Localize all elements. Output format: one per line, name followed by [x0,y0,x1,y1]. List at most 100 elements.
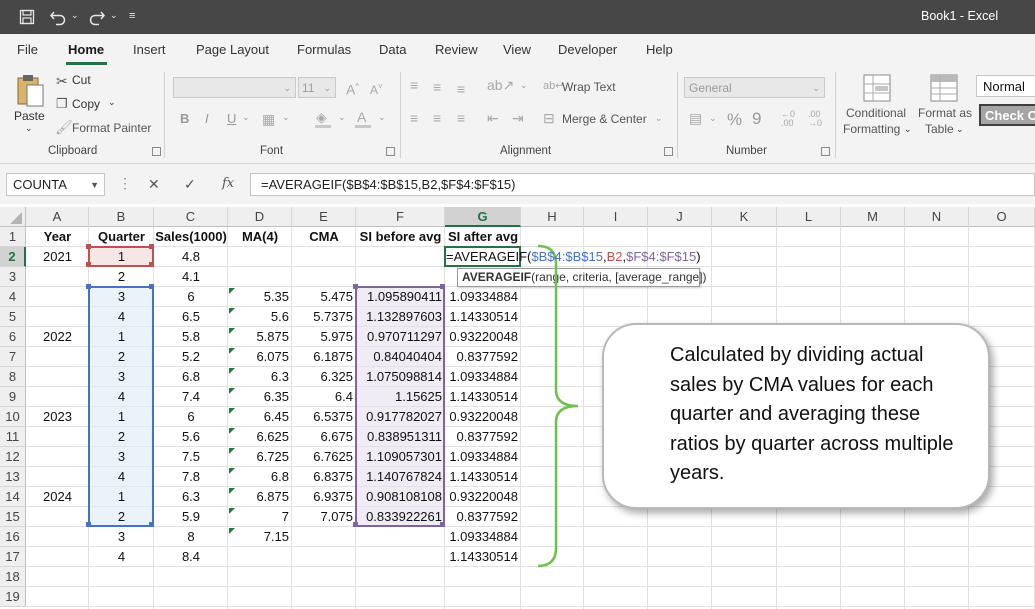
shrink-font-icon[interactable]: A˅ [370,80,383,97]
cell-d4[interactable]: 5.35 [228,287,292,307]
cell-g17[interactable]: 1.14330514 [445,547,521,567]
cell-g4[interactable]: 1.09334884 [445,287,521,307]
cell-g10[interactable]: 0.93220048 [445,407,521,427]
cell-g8[interactable]: 1.09334884 [445,367,521,387]
column-header-c[interactable]: C [154,207,228,227]
tab-review[interactable]: Review [435,42,478,57]
cell-e11[interactable]: 6.675 [292,427,356,447]
row-header-19[interactable]: 19 [0,587,26,607]
cell-c13[interactable]: 7.8 [154,467,228,487]
cell-d12[interactable]: 6.725 [228,447,292,467]
cell-b6[interactable]: 1 [89,327,154,347]
align-bottom-icon[interactable]: ≡ [457,82,465,96]
alignment-launcher-icon[interactable] [664,147,673,156]
cell-b15[interactable]: 2 [89,507,154,527]
cell-c17[interactable]: 8.4 [154,547,228,567]
cell-b10[interactable]: 1 [89,407,154,427]
bold-button[interactable]: B [180,111,189,126]
cell-f15[interactable]: 0.833922261 [356,507,445,527]
cell-b17[interactable]: 4 [89,547,154,567]
cell-e5[interactable]: 5.7375 [292,307,356,327]
number-launcher-icon[interactable] [821,147,830,156]
cell-b1[interactable]: Quarter [89,227,154,247]
cell-f13[interactable]: 1.140767824 [356,467,445,487]
undo-icon[interactable] [49,8,67,26]
select-all-corner[interactable] [0,207,26,227]
tab-insert[interactable]: Insert [133,42,166,57]
tab-help[interactable]: Help [646,42,673,57]
tooltip-function-name[interactable]: AVERAGEIF [462,270,531,284]
cell-c1[interactable]: Sales(1000) [154,227,228,247]
font-name-combo[interactable]: ⌄ [173,77,296,98]
format-as-table-button[interactable]: Format as Table ⌄ [914,72,974,142]
column-header-i[interactable]: I [584,207,648,227]
cell-g5[interactable]: 1.14330514 [445,307,521,327]
row-header-6[interactable]: 6 [0,327,26,347]
cell-d6[interactable]: 5.875 [228,327,292,347]
font-launcher-icon[interactable] [386,147,395,156]
cell-d9[interactable]: 6.35 [228,387,292,407]
cell-f6[interactable]: 0.970711297 [356,327,445,347]
cell-f10[interactable]: 0.917782027 [356,407,445,427]
column-header-o[interactable]: O [969,207,1035,227]
cell-b5[interactable]: 4 [89,307,154,327]
tab-page-layout[interactable]: Page Layout [196,42,269,57]
column-header-m[interactable]: M [841,207,905,227]
cell-a14[interactable]: 2024 [26,487,89,507]
cell-f9[interactable]: 1.15625 [356,387,445,407]
cell-c12[interactable]: 7.5 [154,447,228,467]
cancel-icon[interactable]: ✕ [148,176,160,193]
cell-a10[interactable]: 2023 [26,407,89,427]
cell-e12[interactable]: 6.7625 [292,447,356,467]
cell-c11[interactable]: 5.6 [154,427,228,447]
cell-c2[interactable]: 4.8 [154,247,228,267]
row-header-5[interactable]: 5 [0,307,26,327]
row-header-1[interactable]: 1 [0,227,26,247]
cell-b9[interactable]: 4 [89,387,154,407]
paste-button[interactable]: Paste ⌄ [13,72,49,133]
cell-d14[interactable]: 6.875 [228,487,292,507]
cell-f11[interactable]: 0.838951311 [356,427,445,447]
row-header-10[interactable]: 10 [0,407,26,427]
name-box[interactable]: COUNTA ▼ [6,173,105,196]
cell-d5[interactable]: 5.6 [228,307,292,327]
column-header-k[interactable]: K [712,207,777,227]
cell-e8[interactable]: 6.325 [292,367,356,387]
row-header-15[interactable]: 15 [0,507,26,527]
wrap-text-button[interactable]: Wrap Text [562,80,616,94]
column-header-g[interactable]: G [445,207,521,227]
customize-toolbar-icon[interactable]: ≡ [129,10,135,22]
cell-c16[interactable]: 8 [154,527,228,547]
cell-f4[interactable]: 1.095890411 [356,287,445,307]
tab-formulas[interactable]: Formulas [297,42,351,57]
cell-d16[interactable]: 7.15 [228,527,292,547]
cell-e1[interactable]: CMA [292,227,356,247]
tab-data[interactable]: Data [379,42,406,57]
tab-view[interactable]: View [503,42,531,57]
cell-g7[interactable]: 0.8377592 [445,347,521,367]
format-painter-button[interactable]: Format Painter [72,121,151,135]
cell-e9[interactable]: 6.4 [292,387,356,407]
font-size-combo[interactable]: 11 ⌄ [298,77,336,98]
style-normal[interactable]: Normal [976,75,1035,97]
accounting-format-icon[interactable]: ▤ [689,111,702,125]
align-top-icon[interactable]: ≡ [410,78,418,92]
cell-g14[interactable]: 0.93220048 [445,487,521,507]
cell-g6[interactable]: 0.93220048 [445,327,521,347]
formula-input[interactable]: =AVERAGEIF($B$4:$B$15,B2,$F$4:$F$15) [250,173,1035,196]
copy-dropdown-icon[interactable]: ⌄ [108,97,116,108]
cell-b2[interactable]: 1 [89,247,154,267]
orientation-dropdown-icon[interactable]: ⌄ [520,80,528,91]
cell-b16[interactable]: 3 [89,527,154,547]
cut-button[interactable]: Cut [72,73,91,87]
row-header-9[interactable]: 9 [0,387,26,407]
name-box-dropdown-icon[interactable]: ▼ [90,180,99,190]
conditional-formatting-button[interactable]: Conditional Formatting ⌄ [841,72,913,142]
cell-f8[interactable]: 1.075098814 [356,367,445,387]
cell-c8[interactable]: 6.8 [154,367,228,387]
merge-dropdown-icon[interactable]: ⌄ [655,113,663,124]
cell-b13[interactable]: 4 [89,467,154,487]
row-header-3[interactable]: 3 [0,267,26,287]
cell-g15[interactable]: 0.8377592 [445,507,521,527]
orientation-icon[interactable]: ab↗ [487,78,514,92]
